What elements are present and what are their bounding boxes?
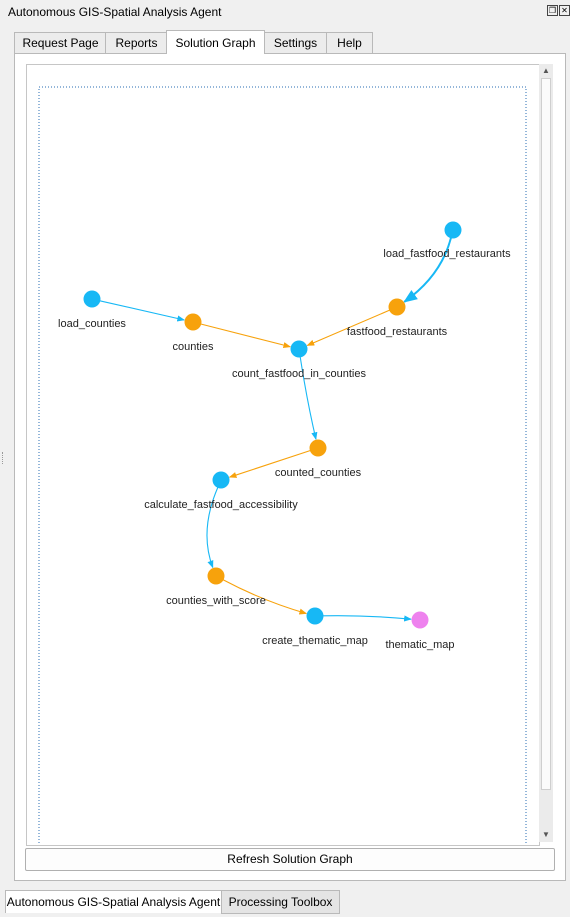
node-label-fastfood_restaurants: fastfood_restaurants xyxy=(347,326,448,338)
node-counties_with_score[interactable] xyxy=(207,567,225,585)
node-calculate_fastfood_accessibility[interactable] xyxy=(212,471,230,489)
node-label-load_fastfood_restaurants: load_fastfood_restaurants xyxy=(383,248,511,260)
tab-reports[interactable]: Reports xyxy=(105,32,168,53)
scroll-up-icon[interactable]: ▲ xyxy=(539,64,553,78)
dock-tab-bar: Autonomous GIS-Spatial Analysis Agent Pr… xyxy=(0,888,570,917)
node-label-calculate_fastfood_accessibility: calculate_fastfood_accessibility xyxy=(144,499,298,511)
node-counties[interactable] xyxy=(184,313,202,331)
edge-create_thematic_map-to-thematic_map xyxy=(322,615,412,622)
close-icon[interactable]: ✕ xyxy=(559,5,570,16)
tab-help[interactable]: Help xyxy=(326,32,373,53)
node-create_thematic_map[interactable] xyxy=(306,607,324,625)
dock-tab-processing-toolbox[interactable]: Processing Toolbox xyxy=(221,890,340,914)
node-counted_counties[interactable] xyxy=(309,439,327,457)
vertical-scrollbar[interactable]: ▲ ▼ xyxy=(539,64,553,842)
solution-graph-canvas[interactable]: load_fastfood_restaurants fastfood_restau… xyxy=(27,65,539,845)
graph-frame xyxy=(38,86,527,845)
node-label-counties: counties xyxy=(173,341,214,353)
dock-resize-grip[interactable] xyxy=(2,452,6,464)
node-load_counties[interactable] xyxy=(83,290,101,308)
graph-view[interactable]: load_fastfood_restaurants fastfood_restau… xyxy=(26,64,540,846)
scroll-thumb[interactable] xyxy=(541,78,551,790)
scroll-down-icon[interactable]: ▼ xyxy=(539,828,553,842)
float-icon[interactable]: ❐ xyxy=(547,5,558,16)
node-label-count_fastfood_in_counties: count_fastfood_in_counties xyxy=(232,368,366,380)
node-thematic_map[interactable] xyxy=(411,611,429,629)
node-count_fastfood_in_counties[interactable] xyxy=(290,340,308,358)
node-label-load_counties: load_counties xyxy=(58,318,126,330)
edge-counties-to-count_fastfood_in_counties xyxy=(200,323,292,349)
refresh-solution-graph-button[interactable]: Refresh Solution Graph xyxy=(25,848,555,871)
tab-request-page[interactable]: Request Page xyxy=(14,32,107,53)
tab-settings[interactable]: Settings xyxy=(263,32,328,53)
node-fastfood_restaurants[interactable] xyxy=(388,298,406,316)
window-title: Autonomous GIS-Spatial Analysis Agent xyxy=(8,5,222,19)
node-label-create_thematic_map: create_thematic_map xyxy=(262,635,368,647)
node-load_fastfood_restaurants[interactable] xyxy=(444,221,462,239)
window-titlebar: Autonomous GIS-Spatial Analysis Agent ❐ … xyxy=(0,0,570,24)
dock-tab-gis-agent[interactable]: Autonomous GIS-Spatial Analysis Agent xyxy=(5,890,222,913)
tab-solution-graph[interactable]: Solution Graph xyxy=(166,30,265,54)
scroll-track[interactable] xyxy=(541,78,551,828)
node-label-counted_counties: counted_counties xyxy=(275,467,362,479)
node-label-counties_with_score: counties_with_score xyxy=(166,595,266,607)
node-label-thematic_map: thematic_map xyxy=(385,639,454,651)
